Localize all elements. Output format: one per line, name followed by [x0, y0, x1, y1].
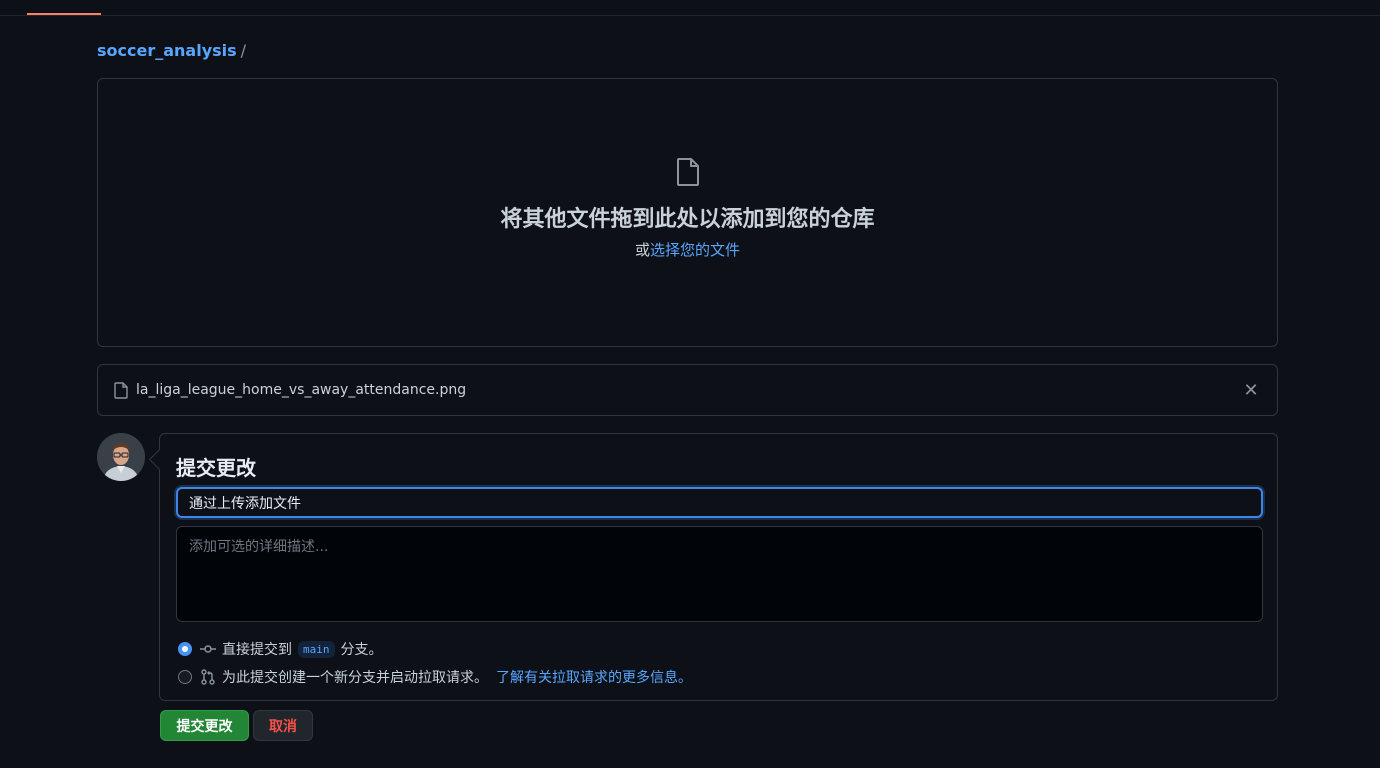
- or-text: 或: [634, 241, 650, 259]
- file-dropzone[interactable]: 将其他文件拖到此处以添加到您的仓库 或选择您的文件: [97, 78, 1278, 347]
- commit-new-branch-radio[interactable]: [178, 670, 192, 684]
- uploaded-file-row: la_liga_league_home_vs_away_attendance.p…: [97, 364, 1278, 416]
- dropzone-subtitle: 或选择您的文件: [98, 239, 1277, 260]
- commit-message-input[interactable]: [176, 487, 1263, 518]
- active-tab-indicator: [27, 13, 101, 15]
- learn-more-pr-link[interactable]: 了解有关拉取请求的更多信息。: [496, 667, 692, 687]
- direct-option-label: 直接提交到: [222, 642, 292, 658]
- repo-link[interactable]: soccer_analysis: [97, 41, 237, 60]
- commit-new-branch-option[interactable]: 为此提交创建一个新分支并启动拉取请求。 了解有关拉取请求的更多信息。: [178, 667, 692, 687]
- commit-title: 提交更改: [176, 456, 256, 480]
- top-nav-bar: [0, 0, 1380, 16]
- file-icon: [674, 157, 702, 191]
- git-pull-request-icon: [200, 669, 216, 685]
- commit-form: 提交更改 直接提交到 main 分支。 为此提交创建一个: [159, 433, 1278, 701]
- commit-direct-option[interactable]: 直接提交到 main 分支。: [178, 639, 383, 659]
- commit-description-field[interactable]: [176, 526, 1263, 622]
- commit-direct-radio[interactable]: [178, 642, 192, 656]
- avatar: [97, 433, 145, 481]
- file-name: la_liga_league_home_vs_away_attendance.p…: [136, 382, 467, 398]
- choose-files-link[interactable]: 选择您的文件: [650, 241, 740, 259]
- branch-tag: main: [298, 640, 335, 658]
- file-icon: [114, 381, 128, 399]
- cancel-button[interactable]: 取消: [253, 710, 313, 741]
- new-branch-option-label: 为此提交创建一个新分支并启动拉取请求。: [222, 670, 488, 686]
- breadcrumb-separator: /: [240, 41, 247, 60]
- breadcrumb: soccer_analysis /: [97, 40, 246, 62]
- commit-changes-button[interactable]: 提交更改: [160, 710, 249, 741]
- direct-option-suffix: 分支。: [340, 642, 383, 658]
- close-icon[interactable]: ✕: [1241, 380, 1261, 401]
- dropzone-title: 将其他文件拖到此处以添加到您的仓库: [500, 207, 875, 232]
- git-commit-icon: [200, 641, 216, 657]
